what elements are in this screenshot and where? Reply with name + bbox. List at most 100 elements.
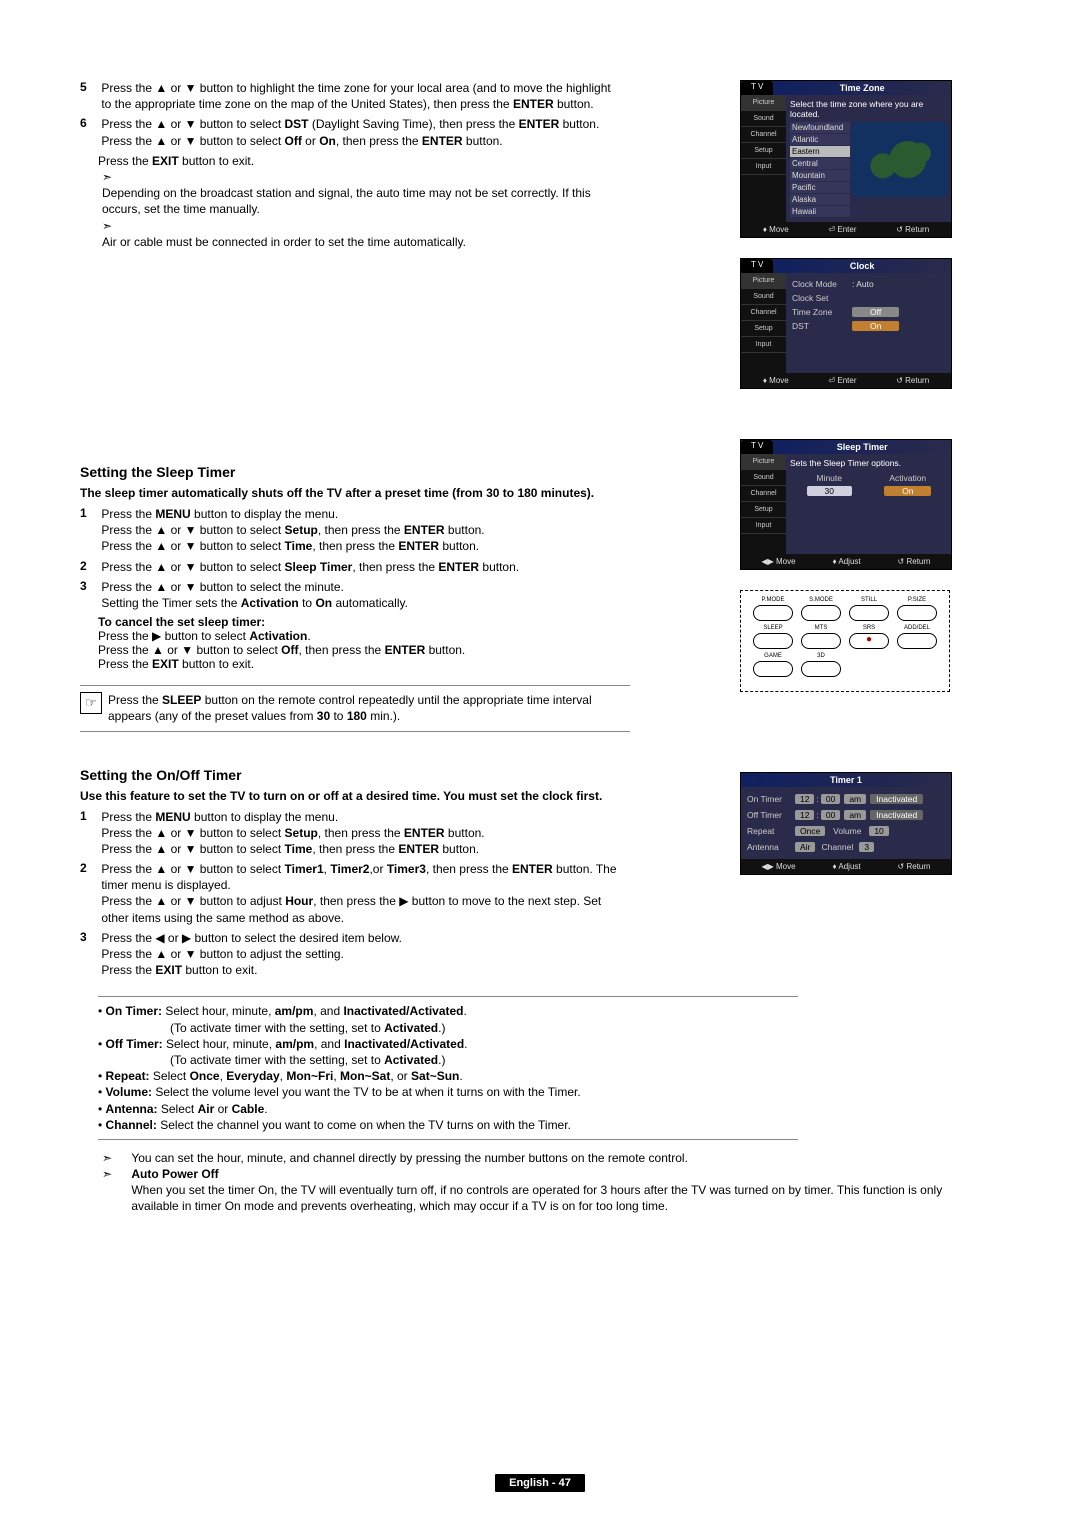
- activated-value: Inactivated: [870, 794, 923, 804]
- on-timer-label: On Timer: [747, 794, 793, 804]
- hand-icon: ☞: [80, 692, 102, 714]
- foot-return: ↺ Return: [898, 862, 931, 871]
- foot-move: ♦ Move: [763, 376, 789, 385]
- timer1-osd-col: Timer 1 On Timer 12: 00 am Inactivated O…: [740, 742, 1000, 895]
- auto-power-off-head: Auto Power Off: [131, 1167, 218, 1181]
- sleep-osd-col: T V Sleep Timer Picture Sound Channel Se…: [740, 439, 1000, 692]
- step-text: Press the ▲ or ▼ button to highlight the…: [101, 80, 621, 112]
- list-item: Volume: Select the volume level you want…: [98, 1084, 798, 1100]
- step-number: 5: [80, 80, 98, 94]
- step-number: 3: [80, 579, 98, 593]
- foot-enter: ⏎ Enter: [828, 376, 856, 385]
- minute-value: 00: [821, 794, 840, 804]
- timezone-map-illustration: [852, 122, 947, 197]
- step-text: Press the MENU button to display the men…: [101, 506, 621, 555]
- timer-settings-box: On Timer: Select hour, minute, am/pm, an…: [98, 996, 798, 1140]
- remote-btn: P.SIZE: [897, 605, 937, 621]
- sidebar-item-picture: Picture: [741, 454, 786, 470]
- antenna-label: Antenna: [747, 842, 793, 852]
- osd-footer: ♦ Move ⏎ Enter ↺ Return: [741, 222, 951, 237]
- foot-enter: ⏎ Enter: [828, 225, 856, 234]
- off-timer-label: Off Timer: [747, 810, 793, 820]
- sidebar-item-input: Input: [741, 337, 786, 353]
- hour-value: 12: [795, 810, 814, 820]
- remote-btn: S.MODE: [801, 605, 841, 621]
- clock-dst-label: DST: [792, 321, 852, 331]
- note-row: You can set the hour, minute, and channe…: [102, 1150, 1000, 1166]
- tz-option: Alaska: [790, 194, 850, 205]
- osd-sidebar: Picture Sound Channel Setup Input: [741, 273, 786, 373]
- list-item: Repeat: Select Once, Everyday, Mon~Fri, …: [98, 1068, 798, 1084]
- osd-tv-tab: T V: [741, 440, 773, 454]
- sleep-minute-value: 30: [807, 486, 852, 496]
- volume-label: Volume: [827, 826, 867, 836]
- sidebar-item-setup: Setup: [741, 321, 786, 337]
- step-text: Press the ▲ or ▼ button to select the mi…: [101, 579, 621, 611]
- osd-banner: Sets the Sleep Timer options.: [790, 458, 947, 472]
- clock-tz-value: Off: [852, 307, 899, 317]
- onoff-timer-section: Setting the On/Off Timer Use this featur…: [80, 742, 630, 983]
- cancel-sleep-block: To cancel the set sleep timer: Press the…: [98, 615, 630, 671]
- sidebar-item-sound: Sound: [741, 111, 786, 127]
- osd-tv-tab: T V: [741, 259, 773, 273]
- step-number: 2: [80, 559, 98, 573]
- osd-title: Time Zone: [773, 81, 951, 95]
- foot-lr-move: ◀▶ Move: [761, 557, 795, 566]
- tz-option: Pacific: [790, 182, 850, 193]
- clock-mode-value: : Auto: [852, 279, 945, 289]
- sidebar-item-channel: Channel: [741, 486, 786, 502]
- step-number: 6: [80, 116, 98, 130]
- tz-option: Hawaii: [790, 206, 850, 217]
- tz-option: Central: [790, 158, 850, 169]
- osd-footer: ♦ Move ⏎ Enter ↺ Return: [741, 373, 951, 388]
- remote-btn: ADD/DEL: [897, 633, 937, 649]
- step-number: 1: [80, 809, 98, 823]
- step-number: 1: [80, 506, 98, 520]
- col-minute: Minute: [790, 473, 869, 483]
- osd-footer: ◀▶ Move ♦ Adjust ↺ Return: [741, 859, 951, 874]
- step-number: 3: [80, 930, 98, 944]
- sleep-timer-section: Setting the Sleep Timer The sleep timer …: [80, 439, 630, 732]
- osd-footer: ◀▶ Move ♦ Adjust ↺ Return: [741, 554, 951, 569]
- osd-clock: T V Clock Picture Sound Channel Setup In…: [740, 258, 952, 389]
- osd-title: Timer 1: [741, 773, 951, 787]
- sidebar-item-input: Input: [741, 518, 786, 534]
- list-item: On Timer: Select hour, minute, am/pm, an…: [98, 1003, 798, 1035]
- remote-btn: P.MODE: [753, 605, 793, 621]
- volume-value: 10: [869, 826, 888, 836]
- foot-return: ↺ Return: [898, 557, 931, 566]
- antenna-value: Air: [795, 842, 815, 852]
- tz-option: Newfoundland: [790, 122, 850, 133]
- sidebar-item-channel: Channel: [741, 127, 786, 143]
- ampm-value: am: [844, 810, 866, 820]
- section-heading: Setting the Sleep Timer: [80, 464, 630, 480]
- osd-title: Clock: [773, 259, 951, 273]
- sidebar-item-setup: Setup: [741, 502, 786, 518]
- manual-steps-top: 5 Press the ▲ or ▼ button to highlight t…: [80, 80, 630, 250]
- osd-timezone: T V Time Zone Picture Sound Channel Setu…: [740, 80, 952, 238]
- sidebar-item-picture: Picture: [741, 273, 786, 289]
- osd-timer1: Timer 1 On Timer 12: 00 am Inactivated O…: [740, 772, 952, 875]
- step-text: Press the MENU button to display the men…: [101, 809, 621, 858]
- sidebar-item-sound: Sound: [741, 289, 786, 305]
- sidebar-item-picture: Picture: [741, 95, 786, 111]
- note-row: Depending on the broadcast station and s…: [102, 169, 630, 218]
- note-row: Auto Power Off When you set the timer On…: [102, 1166, 1000, 1215]
- section-heading: Setting the On/Off Timer: [80, 767, 630, 783]
- sleep-tip-box: ☞ Press the SLEEP button on the remote c…: [80, 685, 630, 731]
- activated-value: Inactivated: [870, 810, 923, 820]
- foot-adjust: ♦ Adjust: [833, 862, 861, 871]
- minute-value: 00: [821, 810, 840, 820]
- foot-return: ↺ Return: [896, 376, 929, 385]
- sidebar-item-channel: Channel: [741, 305, 786, 321]
- sidebar-item-setup: Setup: [741, 143, 786, 159]
- timezone-list: Newfoundland Atlantic Eastern Central Mo…: [790, 122, 850, 218]
- note-row: Air or cable must be connected in order …: [102, 218, 630, 250]
- page-number: English - 47: [495, 1474, 585, 1492]
- tz-option-selected: Eastern: [790, 146, 850, 157]
- osd-illustrations: T V Time Zone Picture Sound Channel Setu…: [740, 80, 1000, 409]
- step-text: Press the ◀ or ▶ button to select the de…: [101, 930, 621, 979]
- foot-adjust: ♦ Adjust: [833, 557, 861, 566]
- repeat-value: Once: [795, 826, 825, 836]
- foot-lr-move: ◀▶ Move: [761, 862, 795, 871]
